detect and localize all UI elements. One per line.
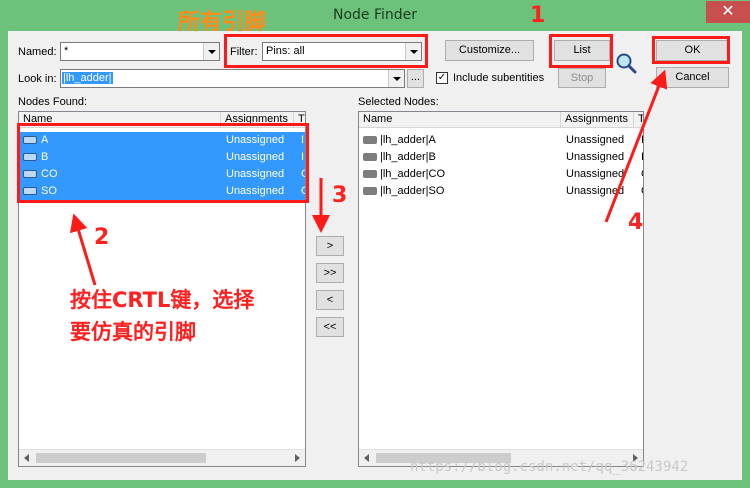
arrow-to-ok-button	[604, 69, 668, 223]
annotation-arrows	[69, 69, 668, 286]
arrow-to-nodes	[69, 213, 97, 286]
node-finder-window: Node Finder ✕ Named: * Filter: Pins: all…	[0, 0, 750, 488]
